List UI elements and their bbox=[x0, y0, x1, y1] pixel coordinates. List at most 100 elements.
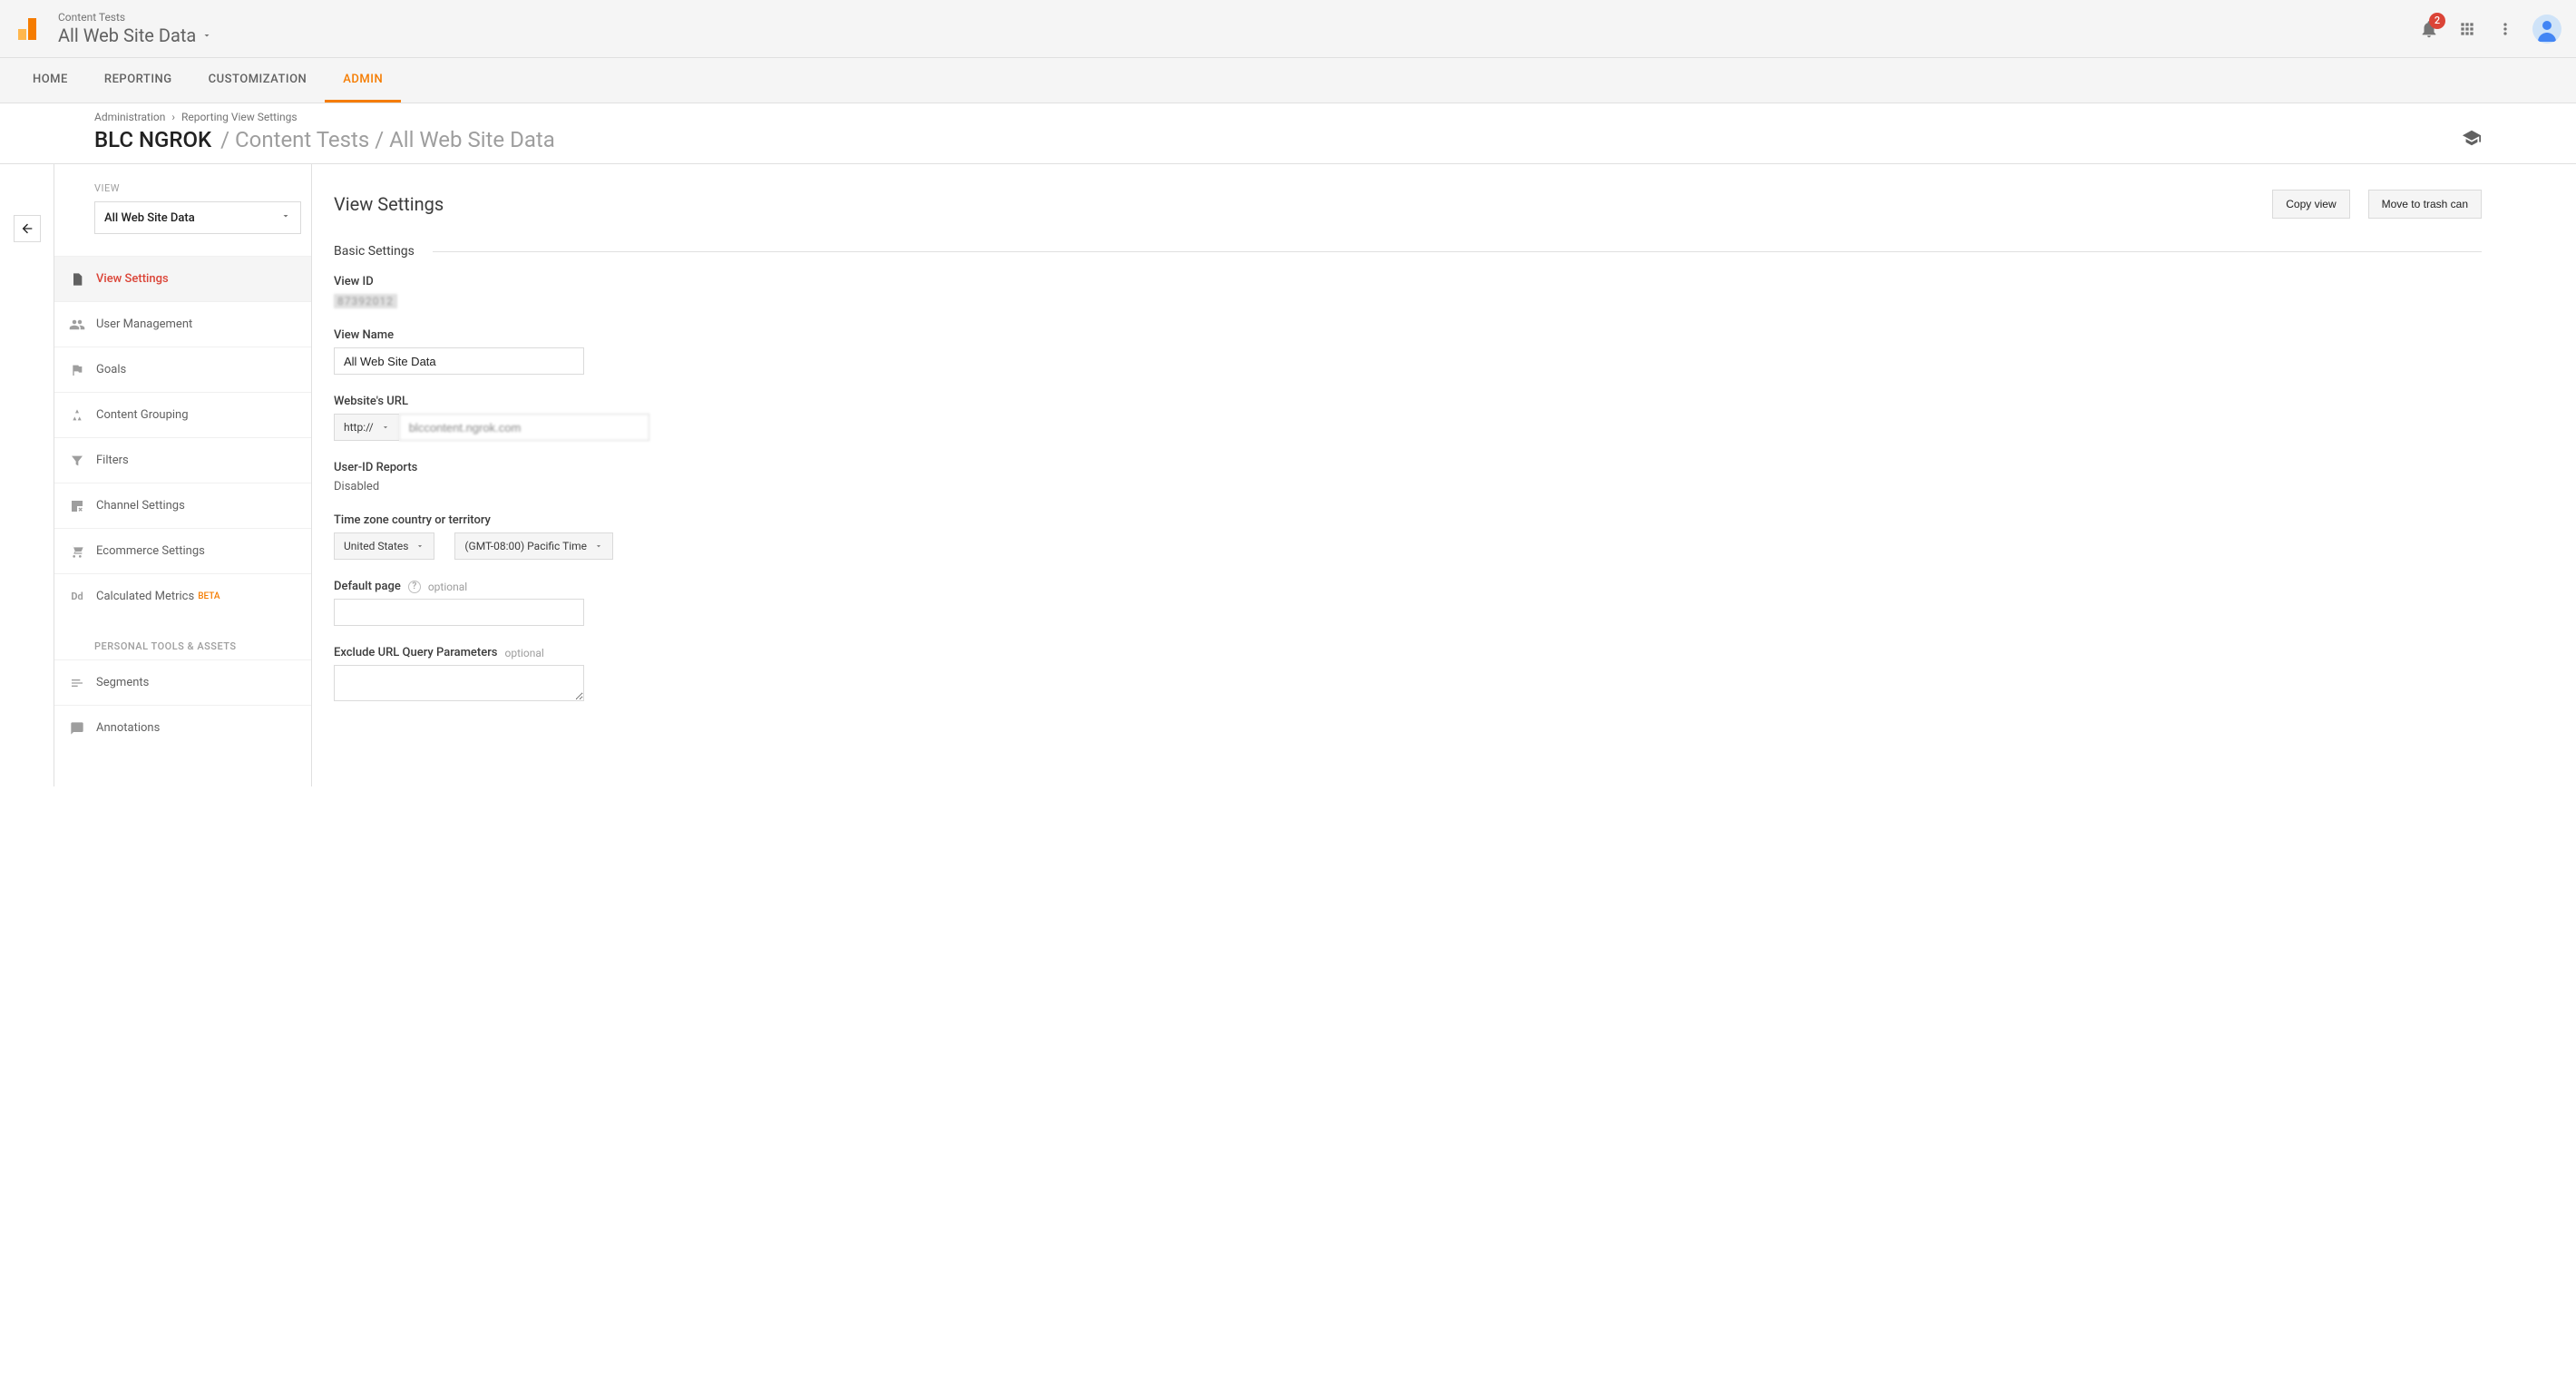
account-name: BLC NGROK bbox=[94, 127, 211, 152]
chevron-down-icon bbox=[381, 423, 390, 432]
breadcrumb-separator: › bbox=[171, 111, 175, 123]
optional-tag: optional bbox=[428, 581, 467, 593]
sidebar-item-filters[interactable]: Filters bbox=[54, 437, 311, 483]
move-to-trash-button[interactable]: Move to trash can bbox=[2368, 190, 2482, 219]
section-view-heading: VIEW bbox=[94, 182, 311, 194]
tab-reporting[interactable]: REPORTING bbox=[86, 58, 190, 103]
back-button[interactable] bbox=[14, 215, 41, 242]
breadcrumb: Administration › Reporting View Settings bbox=[94, 111, 2576, 123]
exclude-params-label: Exclude URL Query Parameters optional bbox=[334, 646, 2482, 659]
chevron-down-icon bbox=[415, 542, 424, 551]
tz-zone-dropdown[interactable]: (GMT-08:00) Pacific Time bbox=[454, 532, 613, 560]
field-website-url: Website's URL http:// bbox=[334, 395, 2482, 441]
breadcrumb-item[interactable]: Reporting View Settings bbox=[181, 111, 298, 123]
tab-admin[interactable]: ADMIN bbox=[325, 58, 401, 103]
sidebar-item-label: Goals bbox=[96, 363, 126, 376]
field-timezone: Time zone country or territory United St… bbox=[334, 513, 2482, 560]
dd-icon: Dd bbox=[65, 591, 89, 602]
sidebar-item-label: Content Grouping bbox=[96, 408, 189, 422]
notification-badge: 2 bbox=[2429, 13, 2445, 29]
tz-label: Time zone country or territory bbox=[334, 513, 2482, 527]
group-icon bbox=[65, 408, 89, 423]
chevron-down-icon bbox=[201, 30, 212, 41]
sidebar-item-label: Filters bbox=[96, 454, 129, 467]
sidebar-item-label: Ecommerce Settings bbox=[96, 544, 205, 558]
section-title: Basic Settings bbox=[334, 244, 415, 259]
view-selector-value: All Web Site Data bbox=[104, 211, 195, 225]
sidebar-item-label: User Management bbox=[96, 317, 192, 331]
context-label: Content Tests bbox=[58, 11, 212, 24]
chevron-down-icon bbox=[594, 542, 603, 551]
notifications-button[interactable]: 2 bbox=[2418, 18, 2440, 40]
page-head: Administration › Reporting View Settings… bbox=[0, 103, 2576, 164]
sidebar-list: View Settings User Management Goals Cont… bbox=[54, 256, 311, 619]
tz-zone-value: (GMT-08:00) Pacific Time bbox=[464, 540, 587, 552]
cart-icon bbox=[65, 544, 89, 559]
view-id-label: View ID bbox=[334, 275, 2482, 288]
tab-customization[interactable]: CUSTOMIZATION bbox=[190, 58, 326, 103]
section-basic-settings: Basic Settings bbox=[334, 244, 2482, 259]
field-view-name: View Name bbox=[334, 328, 2482, 375]
field-exclude-params: Exclude URL Query Parameters optional bbox=[334, 646, 2482, 705]
default-page-label-text: Default page bbox=[334, 580, 401, 593]
default-page-input[interactable] bbox=[334, 599, 584, 626]
sidebar-item-segments[interactable]: Segments bbox=[54, 659, 311, 705]
view-selector[interactable]: All Web Site Data bbox=[94, 201, 301, 234]
sidebar-item-label: Calculated Metrics bbox=[96, 590, 194, 603]
main-content: View Settings Copy view Move to trash ca… bbox=[312, 164, 2576, 786]
tz-country-value: United States bbox=[344, 540, 408, 552]
sidebar-item-annotations[interactable]: Annotations bbox=[54, 705, 311, 750]
protocol-value: http:// bbox=[344, 421, 374, 434]
help-icon[interactable]: ? bbox=[408, 581, 421, 593]
property-selector[interactable]: All Web Site Data bbox=[58, 24, 212, 46]
field-default-page: Default page ? optional bbox=[334, 580, 2482, 626]
sidebar-item-content-grouping[interactable]: Content Grouping bbox=[54, 392, 311, 437]
view-name-input[interactable] bbox=[334, 347, 584, 375]
education-icon[interactable] bbox=[2462, 128, 2482, 151]
copy-view-button[interactable]: Copy view bbox=[2272, 190, 2349, 219]
sidebar-item-channel-settings[interactable]: Channel Settings bbox=[54, 483, 311, 528]
ga-logo-icon bbox=[15, 16, 40, 42]
breadcrumb-item[interactable]: Administration bbox=[94, 111, 165, 123]
exclude-params-input[interactable] bbox=[334, 665, 584, 701]
channel-icon bbox=[65, 499, 89, 513]
sidebar-item-calculated-metrics[interactable]: Dd Calculated Metrics BETA bbox=[54, 573, 311, 619]
userid-value: Disabled bbox=[334, 480, 2482, 493]
property-label: All Web Site Data bbox=[58, 24, 196, 46]
sidebar-item-goals[interactable]: Goals bbox=[54, 347, 311, 392]
account-avatar[interactable] bbox=[2532, 15, 2561, 44]
more-button[interactable] bbox=[2494, 18, 2516, 40]
people-icon bbox=[65, 317, 89, 333]
path-label: / Content Tests / All Web Site Data bbox=[220, 127, 555, 152]
segments-icon bbox=[65, 676, 89, 690]
file-icon bbox=[65, 272, 89, 287]
view-name-label: View Name bbox=[334, 328, 2482, 342]
sidebar-item-label: Annotations bbox=[96, 721, 160, 735]
sidebar-item-label: View Settings bbox=[96, 272, 169, 286]
sidebar-item-label: Channel Settings bbox=[96, 499, 185, 513]
tab-home[interactable]: HOME bbox=[15, 58, 86, 103]
main-title: View Settings bbox=[334, 193, 444, 215]
divider bbox=[433, 251, 2482, 252]
sidebar: VIEW All Web Site Data View Settings Use… bbox=[54, 164, 312, 786]
apps-button[interactable] bbox=[2456, 18, 2478, 40]
view-id-value: 87392012 bbox=[334, 294, 397, 308]
funnel-icon bbox=[65, 454, 89, 468]
topbar-actions: 2 bbox=[2418, 15, 2561, 44]
sidebar-item-ecommerce-settings[interactable]: Ecommerce Settings bbox=[54, 528, 311, 573]
chevron-down-icon bbox=[280, 210, 291, 225]
website-url-label: Website's URL bbox=[334, 395, 2482, 408]
userid-label: User-ID Reports bbox=[334, 461, 2482, 474]
sidebar-item-user-management[interactable]: User Management bbox=[54, 301, 311, 347]
protocol-dropdown[interactable]: http:// bbox=[334, 414, 399, 441]
annotations-icon bbox=[65, 721, 89, 736]
sidebar-item-view-settings[interactable]: View Settings bbox=[54, 256, 311, 301]
field-view-id: View ID 87392012 bbox=[334, 275, 2482, 308]
tz-country-dropdown[interactable]: United States bbox=[334, 532, 434, 560]
left-gutter bbox=[0, 164, 54, 786]
flag-icon bbox=[65, 363, 89, 377]
website-url-input[interactable] bbox=[399, 414, 649, 441]
title-area[interactable]: Content Tests All Web Site Data bbox=[58, 11, 212, 45]
sidebar-personal-list: Segments Annotations bbox=[54, 659, 311, 750]
layout: VIEW All Web Site Data View Settings Use… bbox=[0, 164, 2576, 786]
